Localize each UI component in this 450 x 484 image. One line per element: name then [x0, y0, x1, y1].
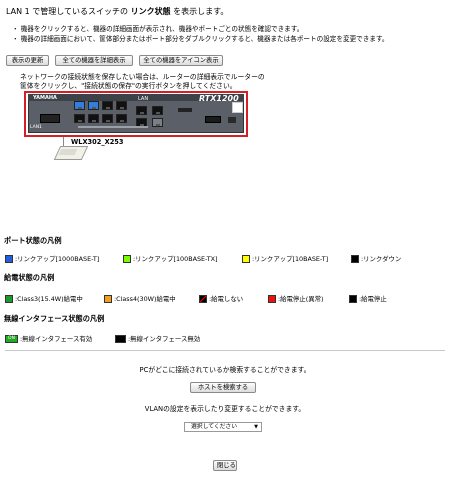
page-title: LAN 1 で管理しているスイッチの リンク状態 を表示します。 — [6, 7, 229, 16]
port-8[interactable] — [116, 114, 127, 123]
port-1[interactable] — [74, 101, 85, 110]
wan-port[interactable] — [152, 106, 163, 115]
help-bullet-2: ・ 機器の詳細画面において、筐体部分またはポート部分をダブルクリックすると、機器… — [12, 35, 389, 43]
port-legend-1000: :リンクアップ[1000BASE-T] — [5, 254, 99, 263]
port-legend-title: ポート状態の凡例 — [4, 236, 62, 245]
swatch-icon — [351, 255, 359, 263]
refresh-button[interactable]: 表示の更新 — [6, 55, 49, 66]
divider — [5, 350, 445, 351]
power-legend-none: :給電しない — [199, 294, 243, 303]
wireless-legend-on: ON:無線インタフェース有効 — [5, 334, 92, 343]
wireless-on-icon: ON — [5, 335, 18, 343]
swatch-icon — [268, 295, 276, 303]
host-search-text: PCがどこに接続されているか検索することができます。 — [139, 366, 311, 374]
swatch-icon — [104, 295, 112, 303]
port-7[interactable] — [102, 114, 113, 123]
brand-logo: YAMAHA — [33, 95, 57, 101]
aux-port[interactable] — [152, 118, 163, 127]
power-legend-class4: :Class4(30W)給電中 — [104, 294, 176, 303]
port-legend-100: :リンクアップ[100BASE-TX] — [123, 254, 218, 263]
no-power-icon — [199, 295, 207, 303]
router-bottom-rail — [78, 126, 148, 128]
power-legend-class3: :Class3(15.4W)給電中 — [5, 294, 83, 303]
save-notice-line2: 筐体をクリックし、"接続状態の保存"の実行ボタンを押してください。 — [20, 82, 237, 90]
port-legend-10: :リンクアップ[10BASE-T] — [242, 254, 328, 263]
vlan-text: VLANの設定を表示したり変更することができます。 — [144, 405, 306, 413]
power-legend-error: :給電停止(異常) — [268, 294, 323, 303]
power-legend-stopped: :給電停止 — [349, 294, 387, 303]
swatch-icon — [242, 255, 250, 263]
router-badge-icon — [232, 102, 243, 113]
port-legend-down: :リンクダウン — [351, 254, 401, 263]
port-4[interactable] — [116, 101, 127, 110]
help-bullet-1: ・ 機器をクリックすると、機器の詳細画面が表示され、機器やポートごとの状態を確認… — [12, 25, 304, 33]
access-point-name[interactable]: WLX302_X253 — [71, 138, 123, 146]
port-2[interactable] — [88, 101, 99, 110]
power-legend-title: 給電状態の凡例 — [4, 273, 55, 282]
lan2-port[interactable] — [136, 106, 147, 115]
detail-all-button[interactable]: 全ての機器を詳細表示 — [55, 55, 133, 66]
port-5[interactable] — [74, 114, 85, 123]
swatch-icon — [5, 255, 13, 263]
router-lan1-label: LAN1 — [30, 125, 42, 130]
vlan-select[interactable]: 選択してください ▼ — [184, 422, 262, 432]
power-led-icon — [228, 117, 236, 123]
console-port-icon[interactable] — [40, 114, 60, 123]
port-6[interactable] — [88, 114, 99, 123]
card-slot-icon — [205, 116, 221, 123]
router-lan-label: LAN — [138, 96, 149, 102]
swatch-icon — [123, 255, 131, 263]
wireless-off-icon — [115, 335, 126, 343]
swatch-icon — [349, 295, 357, 303]
usb-slot-icon — [178, 108, 192, 112]
icon-all-button[interactable]: 全ての機器をアイコン表示 — [139, 55, 223, 66]
wireless-legend-off: :無線インタフェース無効 — [115, 334, 200, 343]
access-point-top — [58, 149, 78, 155]
port-3[interactable] — [102, 101, 113, 110]
host-search-button[interactable]: ホストを検索する — [190, 382, 256, 393]
close-button[interactable]: 閉じる — [213, 460, 237, 471]
chevron-down-icon: ▼ — [254, 424, 258, 430]
swatch-icon — [5, 295, 13, 303]
wireless-legend-title: 無線インタフェース状態の凡例 — [4, 314, 105, 323]
